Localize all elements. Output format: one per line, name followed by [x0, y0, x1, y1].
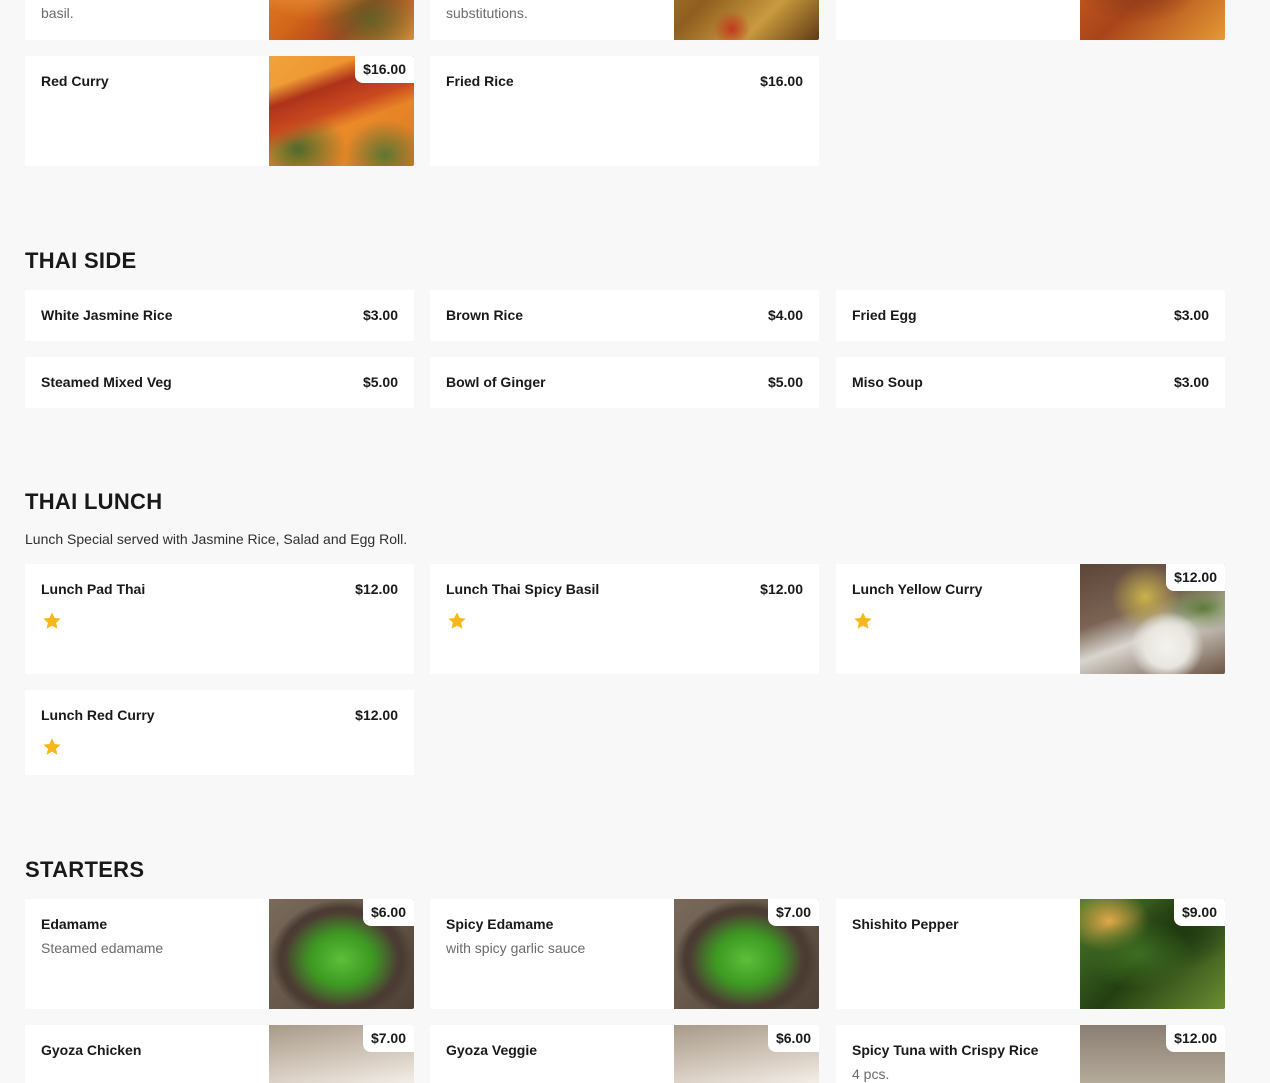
item-name: White Jasmine Rice: [41, 307, 173, 323]
menu-item-card[interactable]: White Jasmine Rice $3.00: [25, 290, 414, 341]
menu-item-card[interactable]: Fried Rice $16.00: [430, 56, 819, 166]
item-price: $12.00: [760, 581, 803, 597]
item-name: Gyoza Chicken: [41, 1042, 142, 1058]
item-price: $5.00: [362, 374, 398, 390]
section-title-starters: STARTERS: [25, 857, 145, 882]
section-description: Lunch Special served with Jasmine Rice, …: [25, 531, 408, 547]
menu-item-card[interactable]: Fried Egg $3.00: [836, 290, 1225, 341]
item-name: Steamed Mixed Veg: [41, 374, 172, 390]
menu-item-card[interactable]: Shishito Pepper $9.00: [836, 899, 1225, 1009]
item-name: Lunch Pad Thai: [41, 581, 146, 597]
star-icon: [854, 612, 872, 629]
item-photo: $16.00: [269, 56, 414, 166]
item-description: basil.: [41, 5, 74, 21]
item-price: $3.00: [362, 307, 398, 323]
item-photo: $6.00: [269, 899, 414, 1009]
item-price: $16.00: [355, 56, 414, 83]
item-price: $6.00: [362, 899, 414, 926]
item-photo: $7.00: [269, 1025, 414, 1083]
item-price: $5.00: [767, 374, 803, 390]
menu-item-card[interactable]: Lunch Red Curry $12.00: [25, 690, 414, 775]
menu-item-card[interactable]: Bowl of Ginger $5.00: [430, 357, 819, 408]
item-name: Bowl of Ginger: [446, 374, 546, 390]
item-price: $16.00: [760, 73, 803, 89]
menu-item-card[interactable]: Lunch Yellow Curry $12.00: [836, 564, 1225, 674]
item-name: Lunch Thai Spicy Basil: [446, 581, 600, 597]
item-price: $4.00: [767, 307, 803, 323]
item-description: 4 pcs.: [852, 1066, 890, 1082]
item-photo: $7.00: [674, 899, 819, 1009]
menu-item-card[interactable]: Gyoza Chicken $7.00: [25, 1025, 414, 1083]
item-name: Shishito Pepper: [852, 916, 959, 932]
item-price: $3.00: [1173, 307, 1209, 323]
item-photo: [1080, 0, 1225, 40]
menu-item-card[interactable]: Miso Soup $3.00: [836, 357, 1225, 408]
item-name: Fried Rice: [446, 73, 514, 89]
item-photo: $12.00: [1080, 1025, 1225, 1083]
item-price: $7.00: [767, 899, 819, 926]
item-price: $12.00: [1166, 1025, 1225, 1052]
menu-item-card[interactable]: Red Curry $16.00: [25, 56, 414, 166]
star-icon: [43, 612, 61, 629]
menu-item-card[interactable]: Brown Rice $4.00: [430, 290, 819, 341]
section-title-thai-lunch: THAI LUNCH: [25, 489, 163, 514]
item-photo: $6.00: [674, 1025, 819, 1083]
star-icon: [448, 612, 466, 629]
item-description: substitutions.: [446, 5, 528, 21]
item-price: $12.00: [355, 581, 398, 597]
menu-item-card[interactable]: Lunch Thai Spicy Basil $12.00: [430, 564, 819, 674]
menu-item-card[interactable]: substitutions.: [430, 0, 819, 40]
item-price: $9.00: [1173, 899, 1225, 926]
item-name: Spicy Tuna with Crispy Rice: [852, 1042, 1039, 1058]
item-name: Gyoza Veggie: [446, 1042, 538, 1058]
star-icon: [43, 738, 61, 755]
item-photo: [269, 0, 414, 40]
item-name: Fried Egg: [852, 307, 917, 323]
item-description: with spicy garlic sauce: [446, 940, 586, 956]
menu-item-card[interactable]: basil.: [25, 0, 414, 40]
menu-item-card[interactable]: [836, 0, 1225, 40]
menu-item-card[interactable]: Gyoza Veggie $6.00: [430, 1025, 819, 1083]
menu-item-card[interactable]: Edamame Steamed edamame $6.00: [25, 899, 414, 1009]
menu-item-card[interactable]: Spicy Tuna with Crispy Rice 4 pcs. $12.0…: [836, 1025, 1225, 1083]
item-name: Spicy Edamame: [446, 916, 554, 932]
item-price: $12.00: [1166, 564, 1225, 591]
menu-item-card[interactable]: Lunch Pad Thai $12.00: [25, 564, 414, 674]
item-name: Miso Soup: [852, 374, 923, 390]
item-name: Red Curry: [41, 73, 109, 89]
item-photo: [674, 0, 819, 40]
menu-item-card[interactable]: Spicy Edamame with spicy garlic sauce $7…: [430, 899, 819, 1009]
section-title-thai-side: THAI SIDE: [25, 248, 137, 273]
item-name: Lunch Yellow Curry: [852, 581, 983, 597]
menu-item-card[interactable]: Steamed Mixed Veg $5.00: [25, 357, 414, 408]
item-price: $12.00: [355, 707, 398, 723]
item-name: Edamame: [41, 916, 108, 932]
item-description: Steamed edamame: [41, 940, 164, 956]
item-price: $3.00: [1173, 374, 1209, 390]
item-name: Lunch Red Curry: [41, 707, 155, 723]
item-photo: $12.00: [1080, 564, 1225, 674]
item-price: $6.00: [767, 1025, 819, 1052]
item-name: Brown Rice: [446, 307, 524, 323]
item-photo: $9.00: [1080, 899, 1225, 1009]
item-price: $7.00: [362, 1025, 414, 1052]
